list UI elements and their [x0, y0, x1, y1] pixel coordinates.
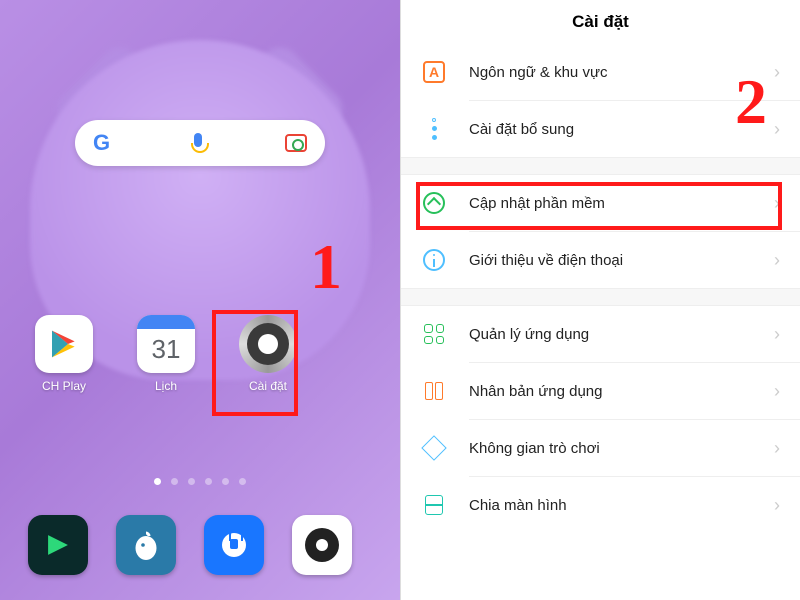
lock-icon [222, 533, 246, 557]
page-title: Cài đặt [401, 0, 800, 44]
calendar-day: 31 [152, 334, 181, 365]
highlight-box-1 [212, 310, 298, 416]
dock [28, 515, 352, 575]
dock-app-video[interactable] [28, 515, 88, 575]
row-label: Chia màn hình [469, 497, 774, 514]
row-about-phone[interactable]: Giới thiệu về điện thoại › [401, 232, 800, 288]
google-search-bar[interactable]: G [75, 120, 325, 166]
chevron-right-icon: › [774, 62, 780, 83]
app-calendar[interactable]: 31 Lịch [130, 315, 202, 393]
step-number-1: 1 [310, 230, 342, 304]
info-icon [423, 249, 445, 271]
dock-app-camera[interactable] [292, 515, 352, 575]
split-icon [425, 495, 443, 515]
page-indicator[interactable] [154, 478, 246, 485]
chevron-right-icon: › [774, 119, 780, 140]
mic-icon[interactable] [191, 133, 205, 153]
row-label: Quản lý ứng dụng [469, 326, 774, 343]
language-icon: A [423, 61, 445, 83]
clone-icon [425, 382, 443, 400]
row-label: Giới thiệu về điện thoại [469, 252, 774, 269]
row-label: Không gian trò chơi [469, 440, 774, 457]
calendar-icon: 31 [137, 315, 195, 373]
chevron-right-icon: › [774, 438, 780, 459]
grid-icon [424, 324, 444, 344]
step-number-2: 2 [735, 65, 767, 139]
chevron-right-icon: › [774, 381, 780, 402]
home-screen: G CH Play 31 Lịch Cài đặt 1 [0, 0, 400, 600]
play-store-icon [35, 315, 93, 373]
chevron-right-icon: › [774, 324, 780, 345]
dock-app-kiwi[interactable] [116, 515, 176, 575]
lens-icon[interactable] [285, 134, 307, 152]
dock-app-security[interactable] [204, 515, 264, 575]
app-label: CH Play [28, 379, 100, 393]
game-icon [423, 437, 445, 459]
additional-icon [432, 118, 437, 140]
app-chplay[interactable]: CH Play [28, 315, 100, 393]
row-split-screen[interactable]: Chia màn hình › [401, 477, 800, 533]
row-label: Cài đặt bổ sung [469, 121, 774, 138]
highlight-box-2 [416, 182, 782, 230]
app-label: Lịch [130, 379, 202, 393]
camera-icon [305, 528, 339, 562]
chevron-right-icon: › [774, 250, 780, 271]
row-label: Ngôn ngữ & khu vực [469, 64, 774, 81]
row-label: Nhân bản ứng dụng [469, 383, 774, 400]
chevron-right-icon: › [774, 495, 780, 516]
row-game-space[interactable]: Không gian trò chơi › [401, 420, 800, 476]
row-app-clone[interactable]: Nhân bản ứng dụng › [401, 363, 800, 419]
google-logo-icon: G [93, 130, 110, 156]
row-app-manage[interactable]: Quản lý ứng dụng › [401, 306, 800, 362]
